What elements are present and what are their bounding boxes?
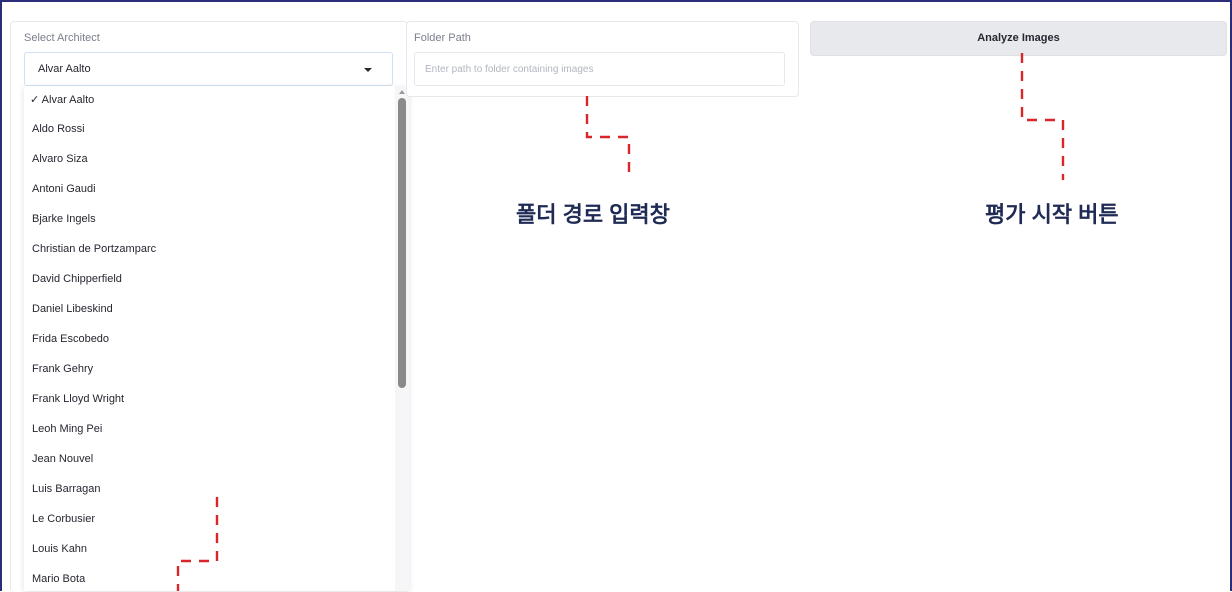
start-button-annotation: 평가 시작 버튼: [985, 202, 1119, 227]
start-button-connector: [1020, 53, 1065, 180]
dropdown-connector: [176, 497, 219, 591]
annotation-connectors: [176, 53, 1065, 591]
folder-input-annotation: 폴더 경로 입력창: [516, 202, 670, 227]
folder-input-connector: [585, 96, 631, 178]
